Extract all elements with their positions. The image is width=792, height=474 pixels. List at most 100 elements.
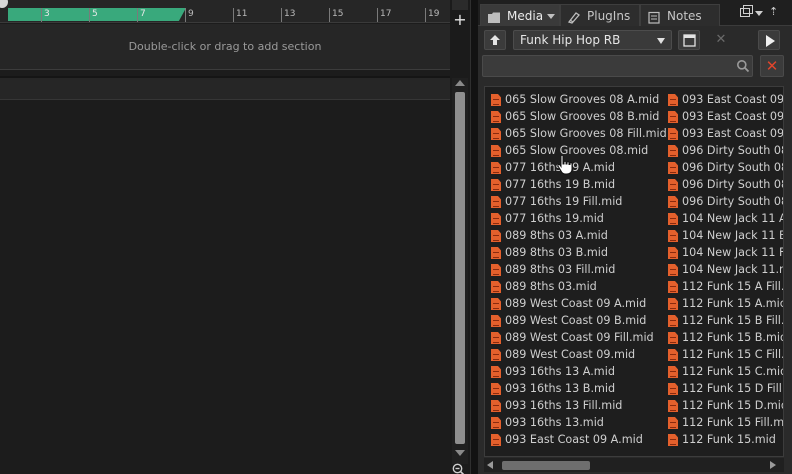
search-input[interactable] [482,55,753,77]
file-name: 089 8ths 03 A.mid [505,229,608,242]
file-list-item[interactable]: 065 Slow Grooves 08 B.mid [489,108,661,125]
file-list-item[interactable]: 093 East Coast 09 [666,108,783,125]
restore-window-icon[interactable] [740,5,753,17]
tab-media[interactable]: Media [480,4,560,26]
midi-file-icon [668,111,678,123]
collapse-panel-icon[interactable]: ⇡ [769,6,778,18]
midi-file-icon [668,162,678,174]
file-list-item[interactable]: 104 New Jack 11.m [666,261,784,278]
file-list-item[interactable]: 093 East Coast 09. [666,125,783,142]
file-list-item[interactable]: 093 16ths 13 B.mid [489,380,661,397]
file-name: 112 Funk 15 D.mid [682,399,784,412]
file-list-item[interactable]: 112 Funk 15.mid [666,431,783,448]
file-name: 093 16ths 13 A.mid [505,365,615,378]
midi-file-icon [491,383,501,395]
tab-plugins[interactable]: PlugIns [560,4,640,26]
panel-menu-icon[interactable] [755,11,763,16]
file-list-item[interactable]: 093 16ths 13.mid [489,414,661,431]
ruler-handle[interactable] [0,0,8,8]
file-list-item[interactable]: 093 East Coast 09 [666,91,783,108]
timeline-ruler[interactable]: 3 5 7 9 11 13 15 17 19 [0,0,450,23]
delete-preset-button[interactable]: ✕ [710,30,732,50]
file-list-item[interactable]: 112 Funk 15 A Fill. [666,278,783,295]
file-list-item[interactable]: 089 8ths 03 Fill.mid [489,261,661,278]
midi-file-icon [491,298,501,310]
file-list-item[interactable]: 104 New Jack 11 B [666,227,783,244]
ruler-tick [41,8,42,22]
ruler-bar-label: 11 [236,9,248,19]
file-list-item[interactable]: 112 Funk 15 D Fill. [666,380,783,397]
scrollbar-thumb[interactable] [502,461,590,470]
tab-notes[interactable]: Notes [640,4,720,26]
file-list-item[interactable]: 077 16ths 19 B.mid [489,176,661,193]
file-list-item[interactable]: 065 Slow Grooves 08 Fill.mid [489,125,667,142]
file-name: 096 Dirty South 08 [682,144,784,157]
file-list-item[interactable]: 096 Dirty South 08 [666,142,784,159]
midi-file-icon [491,264,501,276]
add-track-icon[interactable]: + [452,12,468,28]
file-list-item[interactable]: 077 16ths 19 Fill.mid [489,193,661,210]
scrollbar-thumb[interactable] [455,92,465,444]
arranger-track[interactable]: Double-click or drag to add section [0,24,450,70]
file-list-item[interactable]: 104 New Jack 11 F [666,244,783,261]
file-name: 112 Funk 15 C Fill. [682,348,784,361]
file-list-item[interactable]: 089 8ths 03.mid [489,278,661,295]
file-list-item[interactable]: 089 West Coast 09 Fill.mid [489,329,661,346]
file-name: 104 New Jack 11.m [682,263,784,276]
ruler-tick [329,8,330,22]
file-list-item[interactable]: 104 New Jack 11 A [666,210,783,227]
file-list-item[interactable]: 065 Slow Grooves 08 A.mid [489,91,661,108]
file-list-item[interactable]: 089 8ths 03 B.mid [489,244,661,261]
file-name: 093 16ths 13 Fill.mid [505,399,623,412]
browser-tabs: Media PlugIns Notes ⇡ [478,0,792,26]
midi-file-icon [668,417,678,429]
file-list[interactable]: 065 Slow Grooves 08 A.mid 065 Slow Groove… [484,86,784,457]
file-list-item[interactable]: 089 West Coast 09 B.mid [489,312,661,329]
file-list-item[interactable]: 065 Slow Grooves 08.mid [489,142,661,159]
track-header-strip[interactable] [0,78,450,100]
file-list-item[interactable]: 093 16ths 13 Fill.mid [489,397,661,414]
midi-file-icon [668,196,678,208]
panel-splitter[interactable] [470,0,478,474]
scroll-down-icon[interactable] [455,450,465,456]
file-name: 089 West Coast 09 Fill.mid [505,331,654,344]
file-list-item[interactable]: 089 8ths 03 A.mid [489,227,661,244]
file-list-item[interactable]: 096 Dirty South 08 [666,159,783,176]
chevron-down-icon[interactable] [547,14,555,19]
midi-file-icon [668,94,678,106]
preview-play-button[interactable] [758,30,780,50]
horizontal-scrollbar[interactable] [484,458,784,472]
vertical-scrollbar[interactable] [452,78,468,464]
hand-cursor-icon [557,154,573,175]
scroll-right-icon[interactable] [770,461,776,469]
tracks-area[interactable] [0,101,450,474]
ruler-tick [137,8,138,22]
file-list-item[interactable]: 112 Funk 15 C.mid [666,363,783,380]
parent-folder-button[interactable] [484,30,506,50]
midi-file-icon [491,332,501,344]
file-list-item[interactable]: 096 Dirty South 08 [666,193,783,210]
scroll-up-icon[interactable] [455,80,465,86]
file-list-item[interactable]: 096 Dirty South 08 [666,176,783,193]
file-list-item[interactable]: 112 Funk 15 C Fill. [666,346,784,363]
zoom-out-icon[interactable] [452,461,466,474]
file-name: 093 East Coast 09 A.mid [505,433,643,446]
search-icon[interactable] [736,59,750,73]
file-list-item[interactable]: 089 West Coast 09 A.mid [489,295,661,312]
midi-file-icon [491,179,501,191]
file-list-item[interactable]: 093 16ths 13 A.mid [489,363,661,380]
file-list-item[interactable]: 093 East Coast 09 A.mid [489,431,661,448]
clear-search-button[interactable]: ✕ [760,55,784,77]
file-list-item[interactable]: 077 16ths 19 A.mid [489,159,661,176]
file-list-item[interactable]: 089 West Coast 09.mid [489,346,661,363]
file-list-item[interactable]: 112 Funk 15 D.mid [666,397,784,414]
file-list-item[interactable]: 112 Funk 15 A.mic [666,295,783,312]
file-name: 089 8ths 03 Fill.mid [505,263,616,276]
save-preset-button[interactable] [678,30,700,50]
file-list-item[interactable]: 112 Funk 15 B Fill. [666,312,783,329]
file-list-item[interactable]: 112 Funk 15 B.mid [666,329,783,346]
scroll-left-icon[interactable] [487,461,493,469]
file-list-item[interactable]: 112 Funk 15 Fill.m [666,414,783,431]
preset-dropdown[interactable]: Funk Hip Hop RB [513,30,672,50]
file-list-item[interactable]: 077 16ths 19.mid [489,210,661,227]
